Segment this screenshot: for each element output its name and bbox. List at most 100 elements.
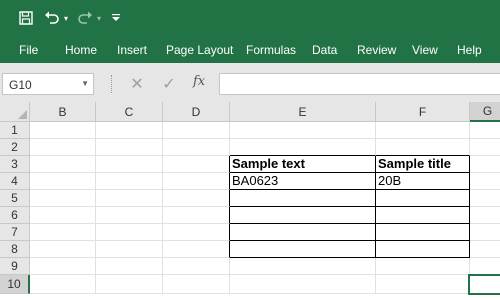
cell-d10[interactable] <box>163 275 230 294</box>
cell-f1[interactable] <box>376 122 470 139</box>
table-cell-e8[interactable] <box>230 241 376 258</box>
column-header-b[interactable]: B <box>30 102 96 122</box>
undo-dropdown-icon[interactable]: ▾ <box>62 9 70 27</box>
name-box-value: G10 <box>9 78 32 92</box>
cell-e2[interactable] <box>230 139 376 156</box>
cell-g8[interactable] <box>470 241 500 258</box>
column-header-c[interactable]: C <box>96 102 163 122</box>
table-cell-f6[interactable] <box>376 207 470 224</box>
cell-f10[interactable] <box>376 275 470 294</box>
cell-c3[interactable] <box>96 156 163 173</box>
cell-d9[interactable] <box>163 258 230 275</box>
cell-g1[interactable] <box>470 122 500 139</box>
cell-c5[interactable] <box>96 190 163 207</box>
undo-icon[interactable] <box>43 9 61 27</box>
cell-c1[interactable] <box>96 122 163 139</box>
cell-b2[interactable] <box>30 139 96 156</box>
menu-help[interactable]: Help <box>457 43 482 57</box>
cell-b10[interactable] <box>30 275 96 294</box>
cell-c4[interactable] <box>96 173 163 190</box>
save-icon[interactable] <box>17 9 35 27</box>
cell-b4[interactable] <box>30 173 96 190</box>
cell-d2[interactable] <box>163 139 230 156</box>
cell-c9[interactable] <box>96 258 163 275</box>
menu-view[interactable]: View <box>412 43 438 57</box>
cell-e10[interactable] <box>230 275 376 294</box>
cell-c2[interactable] <box>96 139 163 156</box>
formula-input[interactable] <box>219 73 500 95</box>
cell-e1[interactable] <box>230 122 376 139</box>
cell-g7[interactable] <box>470 224 500 241</box>
active-cell-g10[interactable] <box>468 274 500 295</box>
row-header-8[interactable]: 8 <box>0 241 30 258</box>
cell-c10[interactable] <box>96 275 163 294</box>
enter-icon[interactable]: ✓ <box>160 73 178 95</box>
cell-d5[interactable] <box>163 190 230 207</box>
cell-d3[interactable] <box>163 156 230 173</box>
cell-d1[interactable] <box>163 122 230 139</box>
column-header-d[interactable]: D <box>163 102 230 122</box>
menu-file[interactable]: File <box>19 43 38 57</box>
table-cell-e7[interactable] <box>230 224 376 241</box>
name-box[interactable]: G10 ▼ <box>2 73 94 95</box>
redo-icon[interactable] <box>76 9 94 27</box>
select-all-button[interactable] <box>0 102 30 122</box>
cell-g3[interactable] <box>470 156 500 173</box>
cell-b9[interactable] <box>30 258 96 275</box>
cell-b3[interactable] <box>30 156 96 173</box>
cell-b7[interactable] <box>30 224 96 241</box>
redo-dropdown-icon[interactable]: ▾ <box>95 9 103 27</box>
table-header-sample-title[interactable]: Sample title <box>376 156 470 173</box>
cell-c6[interactable] <box>96 207 163 224</box>
row-header-4[interactable]: 4 <box>0 173 30 190</box>
column-header-g[interactable]: G <box>470 102 500 122</box>
column-header-f[interactable]: F <box>376 102 470 122</box>
cell-c7[interactable] <box>96 224 163 241</box>
row-header-1[interactable]: 1 <box>0 122 30 139</box>
cell-f2[interactable] <box>376 139 470 156</box>
customize-qat-icon[interactable] <box>111 9 121 27</box>
row-header-7[interactable]: 7 <box>0 224 30 241</box>
cell-b1[interactable] <box>30 122 96 139</box>
cell-g2[interactable] <box>470 139 500 156</box>
row-header-6[interactable]: 6 <box>0 207 30 224</box>
cell-g9[interactable] <box>470 258 500 275</box>
menu-formulas[interactable]: Formulas <box>246 43 296 57</box>
menu-insert[interactable]: Insert <box>117 43 147 57</box>
row-header-3[interactable]: 3 <box>0 156 30 173</box>
cell-d4[interactable] <box>163 173 230 190</box>
row-header-9[interactable]: 9 <box>0 258 30 275</box>
row-header-2[interactable]: 2 <box>0 139 30 156</box>
cell-g6[interactable] <box>470 207 500 224</box>
menu-review[interactable]: Review <box>357 43 396 57</box>
insert-function-button[interactable]: fx <box>193 74 205 89</box>
table-header-sample-text[interactable]: Sample text <box>230 156 376 173</box>
table-cell-f5[interactable] <box>376 190 470 207</box>
column-header-e[interactable]: E <box>230 102 376 122</box>
table-cell-e4[interactable]: BA0623 <box>230 173 376 190</box>
cell-f9[interactable] <box>376 258 470 275</box>
name-box-dropdown-icon[interactable]: ▼ <box>81 79 89 88</box>
row-header-5[interactable]: 5 <box>0 190 30 207</box>
table-cell-e5[interactable] <box>230 190 376 207</box>
cell-b8[interactable] <box>30 241 96 258</box>
worksheet-grid: B C D E F G 1 2 3 4 5 6 7 8 9 10 Sample … <box>0 102 500 300</box>
cell-e9[interactable] <box>230 258 376 275</box>
table-cell-e6[interactable] <box>230 207 376 224</box>
cancel-icon[interactable]: ✕ <box>128 73 146 95</box>
cell-d8[interactable] <box>163 241 230 258</box>
table-cell-f8[interactable] <box>376 241 470 258</box>
row-header-10[interactable]: 10 <box>0 275 30 294</box>
cell-g5[interactable] <box>470 190 500 207</box>
cell-g4[interactable] <box>470 173 500 190</box>
table-cell-f7[interactable] <box>376 224 470 241</box>
menu-data[interactable]: Data <box>312 43 337 57</box>
cell-b6[interactable] <box>30 207 96 224</box>
table-cell-f4[interactable]: 20B <box>376 173 470 190</box>
cell-d6[interactable] <box>163 207 230 224</box>
cell-d7[interactable] <box>163 224 230 241</box>
cell-b5[interactable] <box>30 190 96 207</box>
cell-c8[interactable] <box>96 241 163 258</box>
menu-page-layout[interactable]: Page Layout <box>166 43 233 57</box>
menu-home[interactable]: Home <box>65 43 97 57</box>
